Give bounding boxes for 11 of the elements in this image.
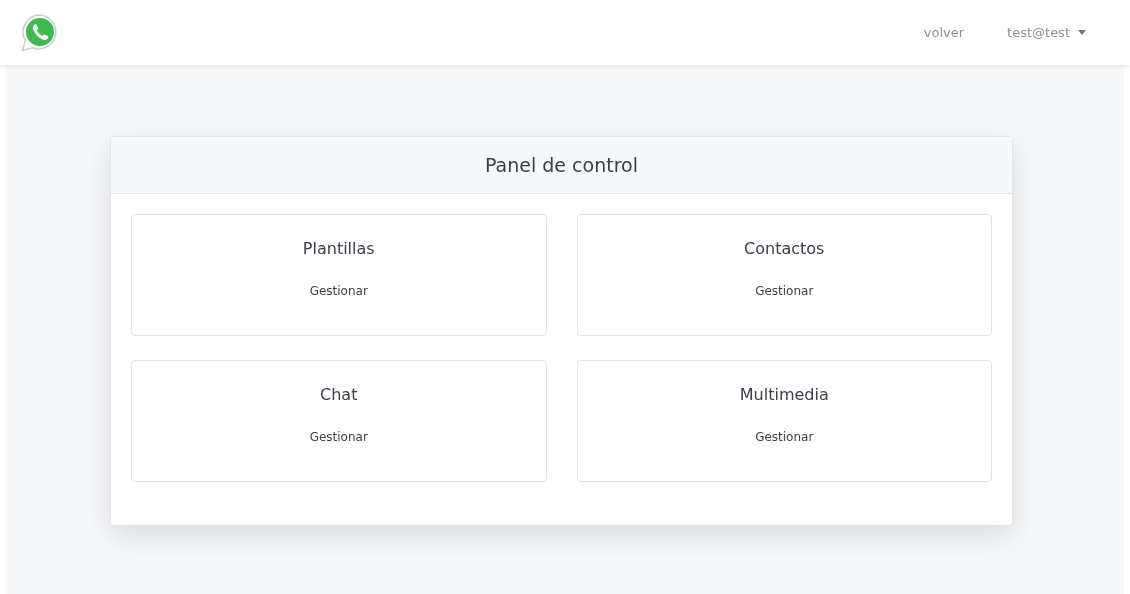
panel-title: Panel de control [485, 152, 638, 178]
caret-icon [1078, 30, 1086, 35]
tile-title: Chat [320, 384, 358, 406]
phone-chat-icon[interactable] [20, 12, 60, 53]
tile-title: Multimedia [739, 384, 829, 406]
tile-title: Plantillas [302, 238, 375, 260]
manage-link[interactable]: Gestionar [755, 282, 814, 300]
manage-link[interactable]: Gestionar [309, 282, 368, 300]
manage-link[interactable]: Gestionar [309, 428, 368, 446]
tile-title: Contactos [744, 238, 825, 260]
manage-link[interactable]: Gestionar [755, 428, 814, 446]
